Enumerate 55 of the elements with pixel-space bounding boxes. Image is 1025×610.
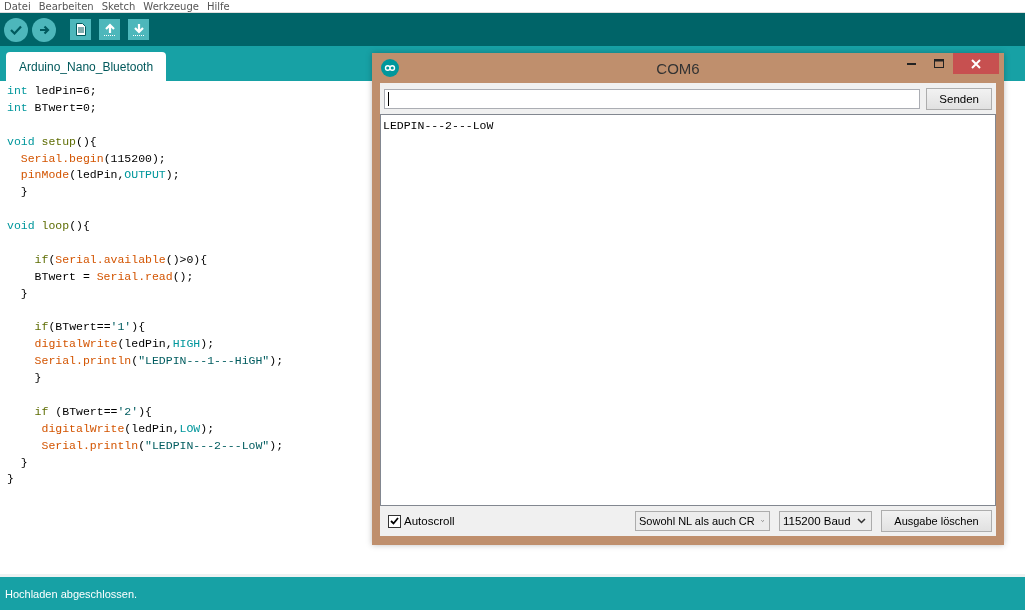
baud-rate-dropdown[interactable]: 115200 Baud <box>779 511 872 531</box>
code-line: BTwert = Serial.read(); <box>33 268 194 285</box>
code-line: digitalWrite(ledPin,HIGH); <box>33 336 215 353</box>
upload-button[interactable] <box>32 17 56 42</box>
menu-item[interactable]: Hilfe <box>206 1 230 12</box>
sketch-tab[interactable]: Arduino_Nano_Bluetooth <box>6 52 167 81</box>
document-icon <box>75 23 86 36</box>
save-button[interactable] <box>128 19 149 40</box>
code-line: digitalWrite(ledPin,LOW); <box>40 420 215 437</box>
autoscroll-label: Autoscroll <box>404 515 455 527</box>
checkmark-icon <box>390 517 399 525</box>
arrow-up-icon <box>103 23 116 36</box>
open-button[interactable] <box>99 19 120 40</box>
code-line: if(BTwert=='1'){ <box>33 319 146 336</box>
code-line: } <box>33 370 42 387</box>
verify-button[interactable] <box>4 17 28 42</box>
code-line: int BTwert=0; <box>7 99 97 116</box>
close-button[interactable] <box>953 53 999 74</box>
line-ending-value: Sowohl NL als auch CR <box>639 515 755 527</box>
code-line: Serial.println("LEDPIN---2---LoW"); <box>40 437 284 454</box>
baud-rate-value: 115200 Baud <box>783 515 851 527</box>
send-button[interactable]: Senden <box>926 88 992 110</box>
window-title: COM6 <box>655 59 701 77</box>
code-line: } <box>19 285 28 302</box>
code-line: if (BTwert=='2'){ <box>33 403 152 420</box>
new-button[interactable] <box>70 19 91 40</box>
minimize-icon <box>906 62 916 65</box>
chevron-down-icon <box>857 518 866 524</box>
menu-item[interactable]: Datei <box>4 1 31 12</box>
menu-item[interactable]: Bearbeiten <box>38 1 94 12</box>
code-line: } <box>19 184 28 201</box>
arrow-right-icon <box>38 24 50 35</box>
checkmark-icon <box>10 24 22 35</box>
code-line: if(Serial.available()>0){ <box>33 251 208 268</box>
message-input-field[interactable] <box>384 89 921 109</box>
code-line: } <box>7 471 14 488</box>
maximize-icon <box>934 59 944 68</box>
infinity-logo-icon <box>381 59 399 77</box>
autoscroll-checkbox[interactable]: Autoscroll <box>388 514 455 528</box>
line-ending-dropdown[interactable]: Sowohl NL als auch CR <box>635 511 770 531</box>
arrow-down-icon <box>132 23 145 36</box>
close-icon <box>971 58 981 69</box>
code-line: void setup(){ <box>7 133 97 150</box>
code-line: void loop(){ <box>7 218 90 235</box>
code-line: int ledPin=6; <box>7 83 97 99</box>
menu-item[interactable]: Sketch <box>101 1 136 12</box>
code-line: Serial.println("LEDPIN---1---HiGH"); <box>33 353 284 370</box>
output-line: LEDPIN---2---LoW <box>383 119 495 133</box>
menu-item[interactable]: Werkzeuge <box>143 1 199 12</box>
code-line: } <box>19 454 28 471</box>
clear-output-button[interactable]: Ausgabe löschen <box>881 510 992 532</box>
status-message: Hochladen abgeschlossen. <box>5 587 138 600</box>
code-line: Serial.begin(115200); <box>19 150 166 167</box>
checkbox-box[interactable] <box>388 514 401 528</box>
code-line: pinMode(ledPin,OUTPUT); <box>19 167 180 184</box>
